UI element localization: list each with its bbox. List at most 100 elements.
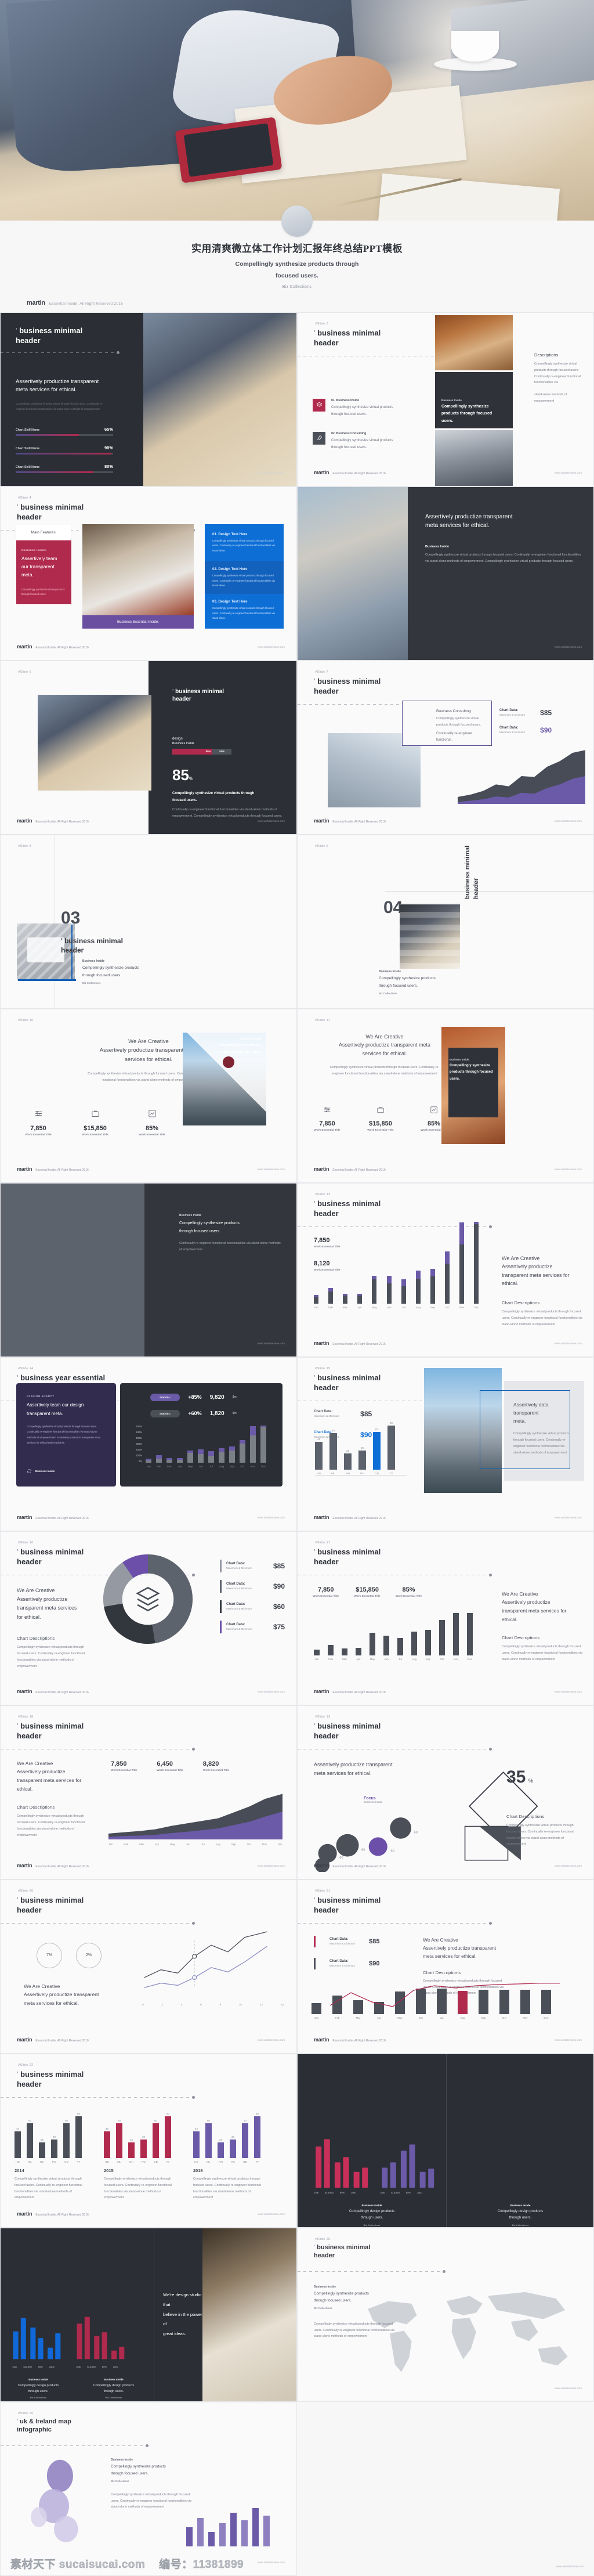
slide13-head-l2: header bbox=[314, 1209, 339, 1218]
slide7-card-title: Business Consulting bbox=[436, 709, 471, 713]
slide-thumb-12[interactable]: Business Inside Compellingly synthesize … bbox=[0, 1182, 297, 1357]
kpi-value: 85% bbox=[402, 1586, 415, 1593]
slide13-lead1: Assertively productize bbox=[502, 1264, 553, 1270]
slide13-we: We Are Creative bbox=[502, 1255, 540, 1261]
slide11-footer-url: www.websitename.com bbox=[554, 1167, 582, 1171]
card-l1: Compellingly design products bbox=[17, 2383, 59, 2387]
slide18-we: We Are Creative bbox=[17, 1760, 53, 1766]
bar-x-label: Jan bbox=[314, 1305, 318, 1309]
slide18-footer: martin Essential Inside. All Right Reser… bbox=[17, 1863, 89, 1868]
slide-thumb-16[interactable]: #Slide 16 ' business minimal header We A… bbox=[0, 1531, 297, 1705]
slide11-stat2-label: Work Essential Title bbox=[367, 1128, 394, 1132]
footer-copy: Essential Inside. All Right Reserved 201… bbox=[332, 1864, 386, 1868]
bar-x-label: May bbox=[372, 1305, 377, 1309]
slide-thumb-4[interactable]: #Slide 4 ' business minimal header Main … bbox=[0, 486, 297, 661]
slide-thumb-5[interactable]: Assertively productize transparent meta … bbox=[297, 486, 594, 661]
pill-badge: 7% bbox=[37, 1942, 62, 1968]
slide6-footer-url: www.websitename.com bbox=[257, 819, 285, 822]
slide6-footer: martin Essential Inside. All Right Reser… bbox=[17, 818, 89, 824]
slide-thumb-26[interactable]: #Slide 26 ' uk & Ireland map infographic… bbox=[0, 2401, 297, 2576]
badge-pill: Statistic: bbox=[150, 1393, 180, 1401]
slide24-card-1: Business Inside Compellingly design prod… bbox=[1, 2378, 76, 2400]
slide21-footer-url: www.websitename.com bbox=[554, 2038, 582, 2041]
slide21-head-l1: business minimal bbox=[317, 1895, 381, 1904]
slide21-cd-title: Chart Descriptions bbox=[423, 1969, 461, 1975]
slide-thumb-23[interactable]: 110k $15,850 85% 2500 110k $15,850 85% 2500 Bu… bbox=[297, 2053, 594, 2228]
slide14-badge-1: Statistic: +85% 9,820 $m bbox=[150, 1393, 237, 1401]
slide6-body2: focused users. bbox=[172, 798, 197, 802]
slide-thumb-18[interactable]: #Slide 18 ' business minimal header We A… bbox=[0, 1705, 297, 1879]
footer-brand-name: martin bbox=[17, 1166, 32, 1172]
slide14-bar-chart: Jan Feb Mar Apr May Jun Jul Aug Sep Oct … bbox=[146, 1424, 276, 1468]
slide16-lead1: Assertively productize bbox=[17, 1596, 68, 1603]
chart-icon bbox=[148, 1110, 156, 1117]
header-quote: ' bbox=[314, 676, 316, 686]
page-subtitle-line2: focused users. bbox=[275, 272, 319, 279]
slide-thumb-2[interactable]: ' business minimal header Assertively pr… bbox=[0, 312, 297, 486]
slide26-number: #Slide 26 bbox=[18, 2411, 34, 2415]
slide11-lead1: Assertively productize transparent meta bbox=[338, 1042, 431, 1048]
hero-cup-shape bbox=[451, 31, 499, 62]
slide17-cd-title: Chart Descriptions bbox=[502, 1635, 540, 1641]
footer-copy: Essential Inside. All Right Reserved 201… bbox=[35, 2039, 89, 2043]
rocket-icon bbox=[313, 431, 325, 445]
collection-label: Biz Collections bbox=[282, 284, 312, 289]
card-l2: through users. bbox=[360, 2216, 383, 2220]
slide-thumb-24[interactable]: 110k $15,850 85% 2500 110k $15,850 85% 2500 Bu… bbox=[0, 2227, 297, 2402]
svg-text:60: 60 bbox=[361, 1848, 365, 1852]
slide-thumb-7[interactable]: #Slide 7 ' business minimal header Busin… bbox=[297, 660, 594, 835]
slide-thumb-20[interactable]: #Slide 20 ' business minimal header 7% 2… bbox=[0, 1879, 297, 2054]
slide-thumb-8[interactable]: #Slide 8 03 ' business minimal header Bu… bbox=[0, 834, 297, 1009]
slide-thumb-10[interactable]: #Slide 10 We Are Creative Assertively pr… bbox=[0, 1008, 297, 1183]
slide20-footer-url: www.websitename.com bbox=[257, 2038, 285, 2041]
footer-copy: Essential Inside. All Right Reserved 201… bbox=[332, 471, 386, 475]
slide25-head-l2: header bbox=[314, 2252, 335, 2260]
slide-thumb-19[interactable]: #Slide 19 ' business minimal header Asse… bbox=[297, 1705, 594, 1879]
slide9-header: business minimal header bbox=[463, 835, 481, 899]
slide-thumb-25[interactable]: #Slide 25 ' business minimal header Busi… bbox=[297, 2227, 594, 2402]
slide-thumb-6[interactable]: #Slide 6 ' business minimal header desig… bbox=[0, 660, 297, 835]
slide22-header: ' business minimal header bbox=[17, 2069, 84, 2089]
chart-icon bbox=[430, 1106, 437, 1113]
slide22-desc-2: Compellingly synthesize virtual products… bbox=[104, 2177, 172, 2200]
slide-thumb-13[interactable]: #Slide 13 ' business minimal header 7,85… bbox=[297, 1182, 594, 1357]
slide11-card-l3: users. bbox=[450, 1077, 460, 1081]
slide11-card-l1: Compellingly synthesize bbox=[450, 1063, 491, 1067]
slide4-pink-l2: our transparent bbox=[21, 564, 55, 570]
slide-thumb-15[interactable]: #Slide 15 ' business minimal header Char… bbox=[297, 1356, 594, 1531]
stat-label: Chart Data: bbox=[329, 1938, 349, 1942]
slide15-stat-1: Chart Data: Maximum & Minimum $85 bbox=[314, 1410, 372, 1418]
slide-thumb-11[interactable]: #Slide 11 We Are Creative Assertively pr… bbox=[297, 1008, 594, 1183]
slide18-header: ' business minimal header bbox=[17, 1721, 84, 1741]
slide9-l2: through focused users. bbox=[379, 983, 418, 988]
slide14-dark-chart-panel: Statistic: +85% 9,820 $m Statistic: +60%… bbox=[120, 1383, 282, 1487]
legend-label: Chart Data: bbox=[226, 1603, 245, 1607]
slide20-head-l1: business minimal bbox=[20, 1895, 84, 1904]
slide21-we: We Are Creative bbox=[423, 1936, 458, 1943]
svg-text:60: 60 bbox=[414, 1831, 418, 1834]
slide10-stat1-label: Work Essential Title bbox=[25, 1133, 52, 1137]
slide26-l1: Compellingly synthesize products bbox=[111, 2464, 166, 2469]
slide13-cd-title: Chart Descriptions bbox=[502, 1300, 540, 1306]
slide11-stat1-label: Work Essential Title bbox=[314, 1128, 341, 1132]
stat-sub: Maximum & Minimum bbox=[314, 1415, 340, 1418]
slide23-bar-chart-2 bbox=[382, 2144, 434, 2188]
slide-thumb-17[interactable]: #Slide 17 ' business minimal header 7,85… bbox=[297, 1531, 594, 1705]
slide14-card-l2: transparent meta. bbox=[27, 1410, 63, 1416]
slide10-footer: martin Essential Inside. All Right Reser… bbox=[17, 1166, 89, 1172]
slide23-card-2: Business Inside Compellingly design prod… bbox=[446, 2204, 593, 2227]
badge-unit: $m bbox=[232, 1395, 237, 1399]
progress-label: Chart Skill Name bbox=[16, 465, 40, 469]
progress-value: 80% bbox=[104, 463, 113, 469]
footer-copy: Essential Inside. All Right Reserved 201… bbox=[332, 1516, 386, 1520]
watermark-url: www.websitename.com bbox=[556, 2564, 584, 2568]
slide3-photo-top bbox=[435, 315, 513, 370]
slide7-area-chart bbox=[458, 750, 585, 804]
slide7-footer: martin Essential Inside. All Right Reser… bbox=[314, 818, 386, 824]
slide-thumb-3[interactable]: #Slide 3 ' business minimal header 01. B… bbox=[297, 312, 594, 486]
slide-thumb-14[interactable]: #Slide 14 ' business year essential anal… bbox=[0, 1356, 297, 1531]
slide-thumb-22[interactable]: #Slide 22 ' business minimal header 45 HD… bbox=[0, 2053, 297, 2228]
slide-thumb-9[interactable]: #Slide 9 04 business minimal header Busi… bbox=[297, 834, 594, 1009]
slide9-kicker: Business Inside bbox=[379, 969, 401, 973]
slide-thumb-21[interactable]: #Slide 21 ' business minimal header Char… bbox=[297, 1879, 594, 2054]
